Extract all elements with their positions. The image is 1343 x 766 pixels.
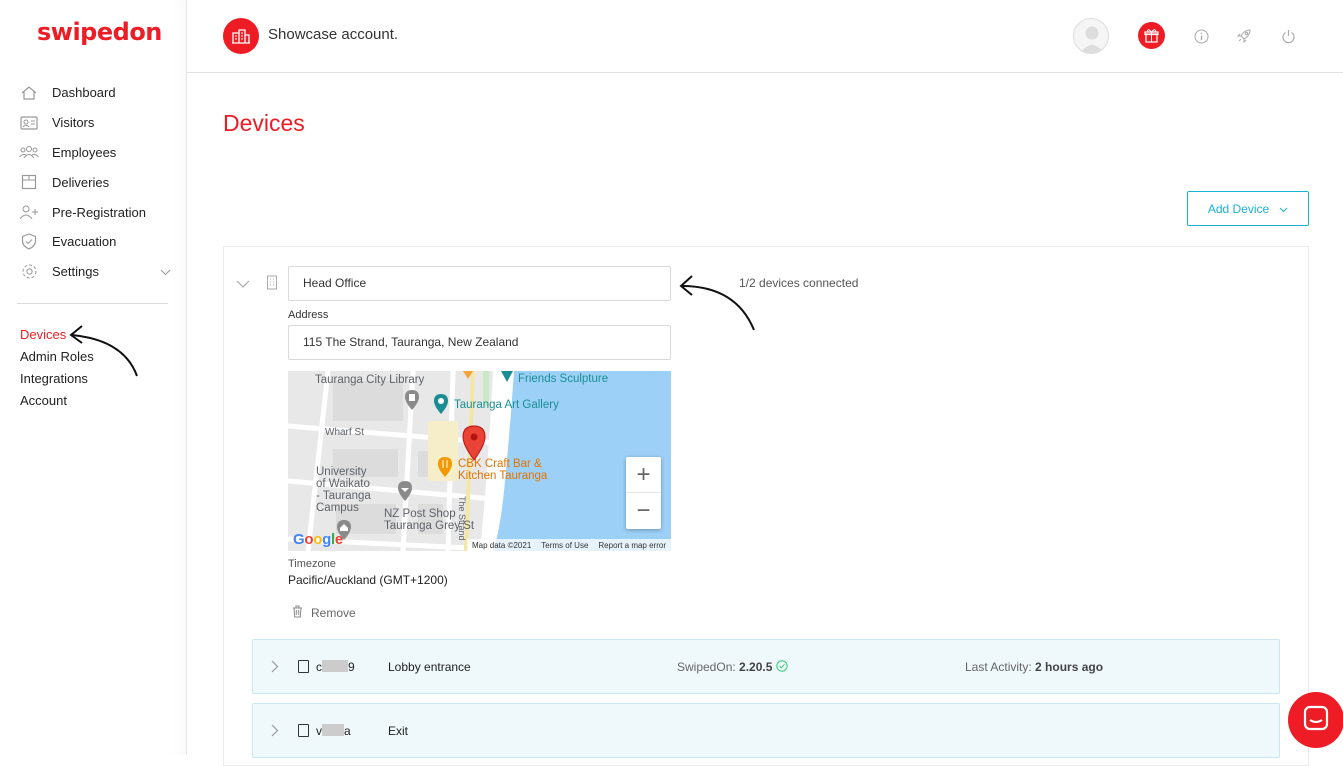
- map-label-strand: The Strand: [457, 496, 467, 541]
- device-name: c9: [316, 660, 355, 674]
- chevron-right-icon[interactable]: [271, 724, 279, 742]
- sidebar-item-label: Dashboard: [52, 85, 116, 101]
- device-last-activity: Last Activity: 2 hours ago: [965, 660, 1104, 674]
- gift-icon[interactable]: [1138, 22, 1165, 49]
- add-device-button[interactable]: Add Device: [1187, 191, 1309, 226]
- remove-location-button[interactable]: Remove: [292, 605, 356, 621]
- subnav-item-account[interactable]: Account: [20, 390, 94, 412]
- timezone-value[interactable]: Pacific/Auckland (GMT+1200): [288, 573, 448, 587]
- map-data-text: Map data ©2021: [472, 540, 532, 550]
- map-label-sculpture: Friends Sculpture: [518, 373, 609, 385]
- map-label-cbk: CBK Craft Bar & Kitchen Tauranga: [458, 458, 548, 482]
- address-label: Address: [288, 309, 329, 321]
- sidebar-item-label: Pre-Registration: [52, 204, 146, 220]
- page-title: Devices: [223, 110, 305, 136]
- trash-icon: [292, 605, 303, 621]
- location-name-input[interactable]: Head Office: [288, 266, 671, 301]
- map-label-university: University of Waikato - Tauranga Campus: [316, 466, 371, 514]
- timezone-label: Timezone: [288, 558, 336, 570]
- location-map[interactable]: Tauranga City Library Friends Sculpture …: [288, 371, 671, 551]
- rocket-icon[interactable]: [1235, 27, 1253, 45]
- sidebar-item-employees[interactable]: Employees: [19, 138, 171, 168]
- chevron-down-icon: [1279, 202, 1288, 216]
- sidebar: swipedon Dashboard Visitors Employees De…: [0, 0, 187, 755]
- sidebar-item-label: Evacuation: [52, 234, 117, 250]
- add-device-label: Add Device: [1207, 201, 1270, 216]
- tablet-icon: [298, 660, 309, 673]
- sidebar-item-label: Visitors: [52, 115, 95, 131]
- home-icon: [19, 84, 39, 102]
- subnav-item-admin-roles[interactable]: Admin Roles: [20, 346, 94, 368]
- device-version: SwipedOn: 2.20.5: [677, 660, 788, 674]
- tablet-icon: [298, 724, 309, 737]
- device-label: Exit: [388, 724, 409, 738]
- top-bar: Showcase account.: [187, 0, 1343, 73]
- add-user-icon: [19, 203, 39, 221]
- sidebar-item-label: Settings: [52, 264, 99, 280]
- sidebar-item-dashboard[interactable]: Dashboard: [19, 78, 171, 108]
- subnav-item-devices[interactable]: Devices: [20, 324, 94, 346]
- sidebar-item-settings[interactable]: Settings: [19, 257, 171, 287]
- device-row[interactable]: c9 Lobby entrance SwipedOn: 2.20.5 Last …: [252, 639, 1280, 694]
- people-icon: [19, 143, 39, 161]
- chat-button[interactable]: [1288, 692, 1343, 748]
- account-name[interactable]: Showcase account.: [268, 26, 398, 43]
- map-label-library: Tauranga City Library: [315, 374, 425, 386]
- device-row[interactable]: va Exit: [252, 703, 1280, 758]
- sidebar-item-pre-registration[interactable]: Pre-Registration: [19, 197, 171, 227]
- subnav-item-integrations[interactable]: Integrations: [20, 368, 94, 390]
- report-map-error-link[interactable]: Report a map error: [598, 541, 666, 550]
- chevron-right-icon[interactable]: [271, 660, 279, 678]
- chevron-down-icon[interactable]: [160, 263, 171, 281]
- chevron-down-icon[interactable]: [236, 276, 250, 294]
- power-icon[interactable]: [1279, 27, 1297, 45]
- devices-connected-count: 1/2 devices connected: [739, 276, 859, 290]
- swipedon-logo[interactable]: swipedon: [37, 18, 162, 46]
- gear-icon: [19, 263, 39, 281]
- map-footer: Map data ©2021 Terms of Use Report a map…: [467, 539, 671, 551]
- zoom-out-button[interactable]: −: [626, 493, 661, 529]
- sidebar-nav: Dashboard Visitors Employees Deliveries …: [19, 78, 171, 287]
- box-icon: [19, 173, 39, 191]
- id-card-icon: [19, 114, 39, 132]
- sidebar-item-label: Deliveries: [52, 174, 110, 190]
- building-icon: [266, 275, 278, 295]
- check-circle-icon: [776, 660, 788, 674]
- settings-subnav: Devices Admin Roles Integrations Account: [20, 324, 94, 412]
- map-label-wharf: Wharf St: [325, 427, 364, 438]
- sidebar-item-deliveries[interactable]: Deliveries: [19, 167, 171, 197]
- sidebar-item-label: Employees: [52, 144, 117, 160]
- map-zoom-controls: + −: [626, 457, 661, 529]
- device-label: Lobby entrance: [388, 660, 471, 674]
- building-icon[interactable]: [223, 18, 259, 54]
- terms-link[interactable]: Terms of Use: [541, 541, 588, 550]
- google-logo: Google: [293, 531, 343, 548]
- sidebar-item-visitors[interactable]: Visitors: [19, 108, 171, 138]
- sidebar-item-evacuation[interactable]: Evacuation: [19, 227, 171, 257]
- address-input[interactable]: 115 The Strand, Tauranga, New Zealand: [288, 325, 671, 360]
- map-label-gallery: Tauranga Art Gallery: [454, 399, 559, 411]
- avatar[interactable]: [1073, 18, 1109, 54]
- shield-icon: [19, 233, 39, 251]
- zoom-in-button[interactable]: +: [626, 457, 661, 493]
- info-icon[interactable]: [1192, 27, 1210, 45]
- remove-label: Remove: [311, 606, 356, 620]
- device-name: va: [316, 724, 351, 738]
- sidebar-divider: [17, 303, 168, 304]
- chat-icon: [1303, 705, 1329, 736]
